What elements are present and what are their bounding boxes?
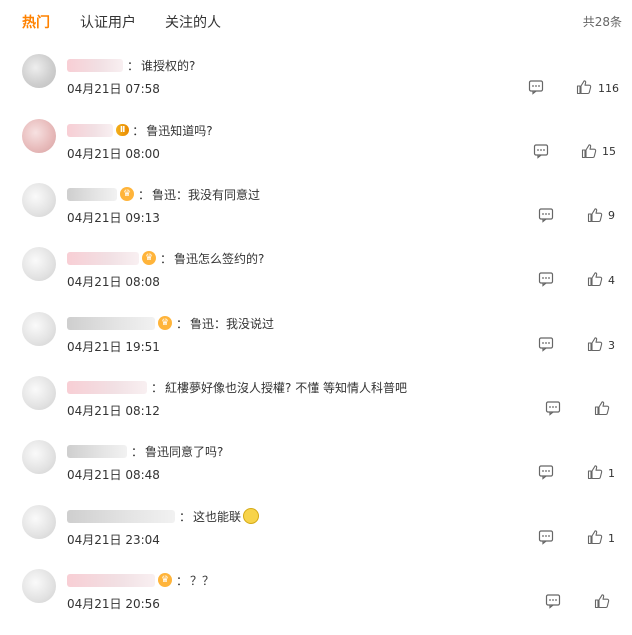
comment-item: ： 紅樓夢好像也沒人授權? 不懂 等知情人科普吧 04月21日 08:12: [0, 376, 632, 440]
avatar[interactable]: [22, 312, 56, 346]
comment-text: 鲁迅同意了吗?: [145, 444, 224, 459]
like-count: 4: [608, 274, 615, 287]
comment-line: ： 这也能联: [67, 507, 260, 525]
comment-line: ♛ ： ？？: [67, 571, 214, 589]
avatar[interactable]: [22, 440, 56, 474]
reply-icon[interactable]: [538, 336, 554, 352]
avatar[interactable]: [22, 183, 56, 217]
comment-time: 04月21日 23:04: [67, 533, 160, 547]
comment-item: ： 鲁迅同意了吗? 04月21日 08:48 1: [0, 440, 632, 504]
username-redacted[interactable]: [67, 444, 127, 458]
like-icon[interactable]: [587, 464, 603, 480]
comment-item: ♛ ： 鲁迅怎么签约的? 04月21日 08:08 4: [0, 247, 632, 311]
avatar[interactable]: [22, 505, 56, 539]
like-icon[interactable]: [587, 271, 603, 287]
like-icon[interactable]: [587, 207, 603, 223]
username-redacted[interactable]: [67, 573, 155, 587]
avatar[interactable]: [22, 376, 56, 410]
like-count: 3: [608, 339, 615, 352]
like-icon[interactable]: [587, 336, 603, 352]
comment-time: 04月21日 08:08: [67, 275, 160, 289]
username-redacted[interactable]: [67, 58, 123, 72]
comment-line: ♛ ： 鲁迅：我没说过: [67, 314, 274, 332]
comment-line: ♛ ： 鲁迅怎么签约的?: [67, 249, 264, 267]
comment-total-count: 共28条: [582, 15, 622, 29]
crown-badge-icon: ♛: [158, 573, 172, 587]
crown-badge-icon: ♛: [142, 251, 156, 265]
crown-badge-icon: ♛: [158, 316, 172, 330]
like-icon[interactable]: [581, 143, 597, 159]
comment-time: 04月21日 20:56: [67, 597, 160, 611]
comment-line: Ⅱ ： 鲁迅知道吗?: [67, 121, 213, 139]
comment-text: 紅樓夢好像也沒人授權? 不懂 等知情人科普吧: [165, 380, 408, 395]
comment-text: 鲁迅怎么签约的?: [174, 251, 265, 266]
like-icon[interactable]: [594, 593, 610, 609]
comment-item: ： 谁授权的? 04月21日 07:58 116: [0, 54, 632, 118]
comment-line: ： 鲁迅同意了吗?: [67, 442, 223, 460]
username-redacted[interactable]: [67, 316, 155, 330]
comment-text: 鲁迅：我没说过: [190, 316, 275, 331]
comment-time: 04月21日 08:12: [67, 404, 160, 418]
reply-icon[interactable]: [538, 529, 554, 545]
comment-time: 04月21日 07:58: [67, 82, 160, 96]
comment-time: 04月21日 19:51: [67, 340, 160, 354]
tab-verified-users[interactable]: 认证用户: [80, 12, 136, 32]
like-icon[interactable]: [594, 400, 610, 416]
reply-icon[interactable]: [533, 143, 549, 159]
avatar[interactable]: [22, 569, 56, 603]
username-redacted[interactable]: [67, 187, 117, 201]
comment-line: ： 紅樓夢好像也沒人授權? 不懂 等知情人科普吧: [67, 378, 407, 396]
comment-item: ♛ ： ？？ 04月21日 20:56: [0, 569, 632, 633]
username-redacted[interactable]: [67, 251, 139, 265]
username-redacted[interactable]: [67, 380, 147, 394]
comment-text: 谁授权的?: [141, 58, 196, 73]
comment-item: Ⅱ ： 鲁迅知道吗? 04月21日 08:00 15: [0, 119, 632, 183]
comment-item: ♛ ： 鲁迅：我没说过 04月21日 19:51 3: [0, 312, 632, 376]
tab-hot[interactable]: 热门: [22, 12, 50, 32]
laugh-emoji-icon: [243, 508, 260, 524]
like-count: 116: [598, 82, 619, 95]
comment-time: 04月21日 08:00: [67, 147, 160, 161]
like-count: 15: [602, 145, 616, 158]
avatar[interactable]: [22, 119, 56, 153]
comment-time: 04月21日 08:48: [67, 468, 160, 482]
reply-icon[interactable]: [538, 207, 554, 223]
reply-icon[interactable]: [538, 464, 554, 480]
comment-tabs: 热门 认证用户 关注的人 共28条: [0, 0, 632, 44]
like-icon[interactable]: [576, 79, 592, 95]
comment-line: ♛ ： 鲁迅：我没有同意过: [67, 185, 260, 203]
username-redacted[interactable]: [67, 509, 175, 523]
comment-item: ♛ ： 鲁迅：我没有同意过 04月21日 09:13 9: [0, 183, 632, 247]
comment-text: 鲁迅：我没有同意过: [152, 187, 261, 202]
like-icon[interactable]: [587, 529, 603, 545]
reply-icon[interactable]: [545, 593, 561, 609]
member-badge: Ⅱ: [116, 124, 130, 136]
comment-text: ？？: [190, 573, 215, 588]
comment-text: 鲁迅知道吗?: [146, 123, 213, 138]
comment-line: ： 谁授权的?: [67, 56, 195, 74]
avatar[interactable]: [22, 247, 56, 281]
reply-icon[interactable]: [545, 400, 561, 416]
comment-text: 这也能联: [193, 509, 242, 524]
username-redacted[interactable]: [67, 123, 113, 137]
tab-following[interactable]: 关注的人: [165, 12, 221, 32]
crown-badge-icon: ♛: [120, 187, 134, 201]
comment-item: ： 这也能联 04月21日 23:04 1: [0, 505, 632, 569]
like-count: 1: [608, 467, 615, 480]
avatar[interactable]: [22, 54, 56, 88]
reply-icon[interactable]: [528, 79, 544, 95]
reply-icon[interactable]: [538, 271, 554, 287]
like-count: 9: [608, 209, 615, 222]
comment-time: 04月21日 09:13: [67, 211, 160, 225]
like-count: 1: [608, 532, 615, 545]
